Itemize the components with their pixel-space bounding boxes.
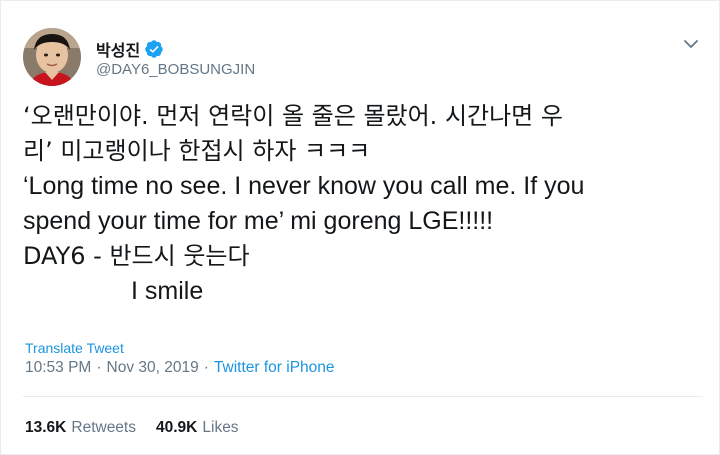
tweet-text-line: 리’ 미고랭이나 한접시 하자 ㅋㅋㅋ xyxy=(23,137,371,165)
tweet-stats: 13.6K Retweets 40.9K Likes xyxy=(25,419,259,437)
tweet-text-line: ‘오랜만이야. 먼저 연락이 올 줄은 몰랐어. 시간나면 우 xyxy=(23,102,563,130)
divider xyxy=(23,396,703,397)
tweet-time[interactable]: 10:53 PM xyxy=(25,359,91,377)
likes-stat[interactable]: 40.9K Likes xyxy=(156,419,239,437)
avatar[interactable] xyxy=(23,28,81,86)
translate-tweet-link[interactable]: Translate Tweet xyxy=(25,340,124,356)
retweets-label: Retweets xyxy=(71,419,136,436)
likes-label: Likes xyxy=(202,419,239,436)
tweet-text-line: DAY6 - 반드시 웃는다 xyxy=(23,242,250,270)
author-handle[interactable]: @DAY6_BOBSUNGJIN xyxy=(96,61,255,78)
tweet-text: ‘오랜만이야. 먼저 연락이 올 줄은 몰랐어. 시간나면 우 리’ 미고랭이나… xyxy=(23,99,703,309)
likes-count: 40.9K xyxy=(156,419,198,436)
avatar-image xyxy=(23,28,81,86)
tweet-card: 박성진 @DAY6_BOBSUNGJIN ‘오랜만이야. 먼저 연락이 올 줄은… xyxy=(0,0,720,455)
verified-badge-icon xyxy=(144,39,164,59)
tweet-date[interactable]: Nov 30, 2019 xyxy=(107,359,199,377)
retweets-count: 13.6K xyxy=(25,419,67,436)
retweets-stat[interactable]: 13.6K Retweets xyxy=(25,419,136,437)
author-display-name[interactable]: 박성진 xyxy=(96,37,140,61)
tweet-text-line: spend your time for me’ mi goreng LGE!!!… xyxy=(23,207,494,235)
tweet-metadata: 10:53 PM · Nov 30, 2019 · Twitter for iP… xyxy=(25,359,335,377)
author-name-row[interactable]: 박성진 xyxy=(96,37,164,61)
tweet-text-line: I smile xyxy=(131,277,204,305)
meta-separator: · xyxy=(96,359,102,376)
tweet-text-line: ‘Long time no see. I never know you call… xyxy=(23,172,585,200)
meta-separator: · xyxy=(203,359,209,376)
tweet-source-link[interactable]: Twitter for iPhone xyxy=(214,359,335,377)
chevron-down-icon[interactable] xyxy=(681,34,701,54)
